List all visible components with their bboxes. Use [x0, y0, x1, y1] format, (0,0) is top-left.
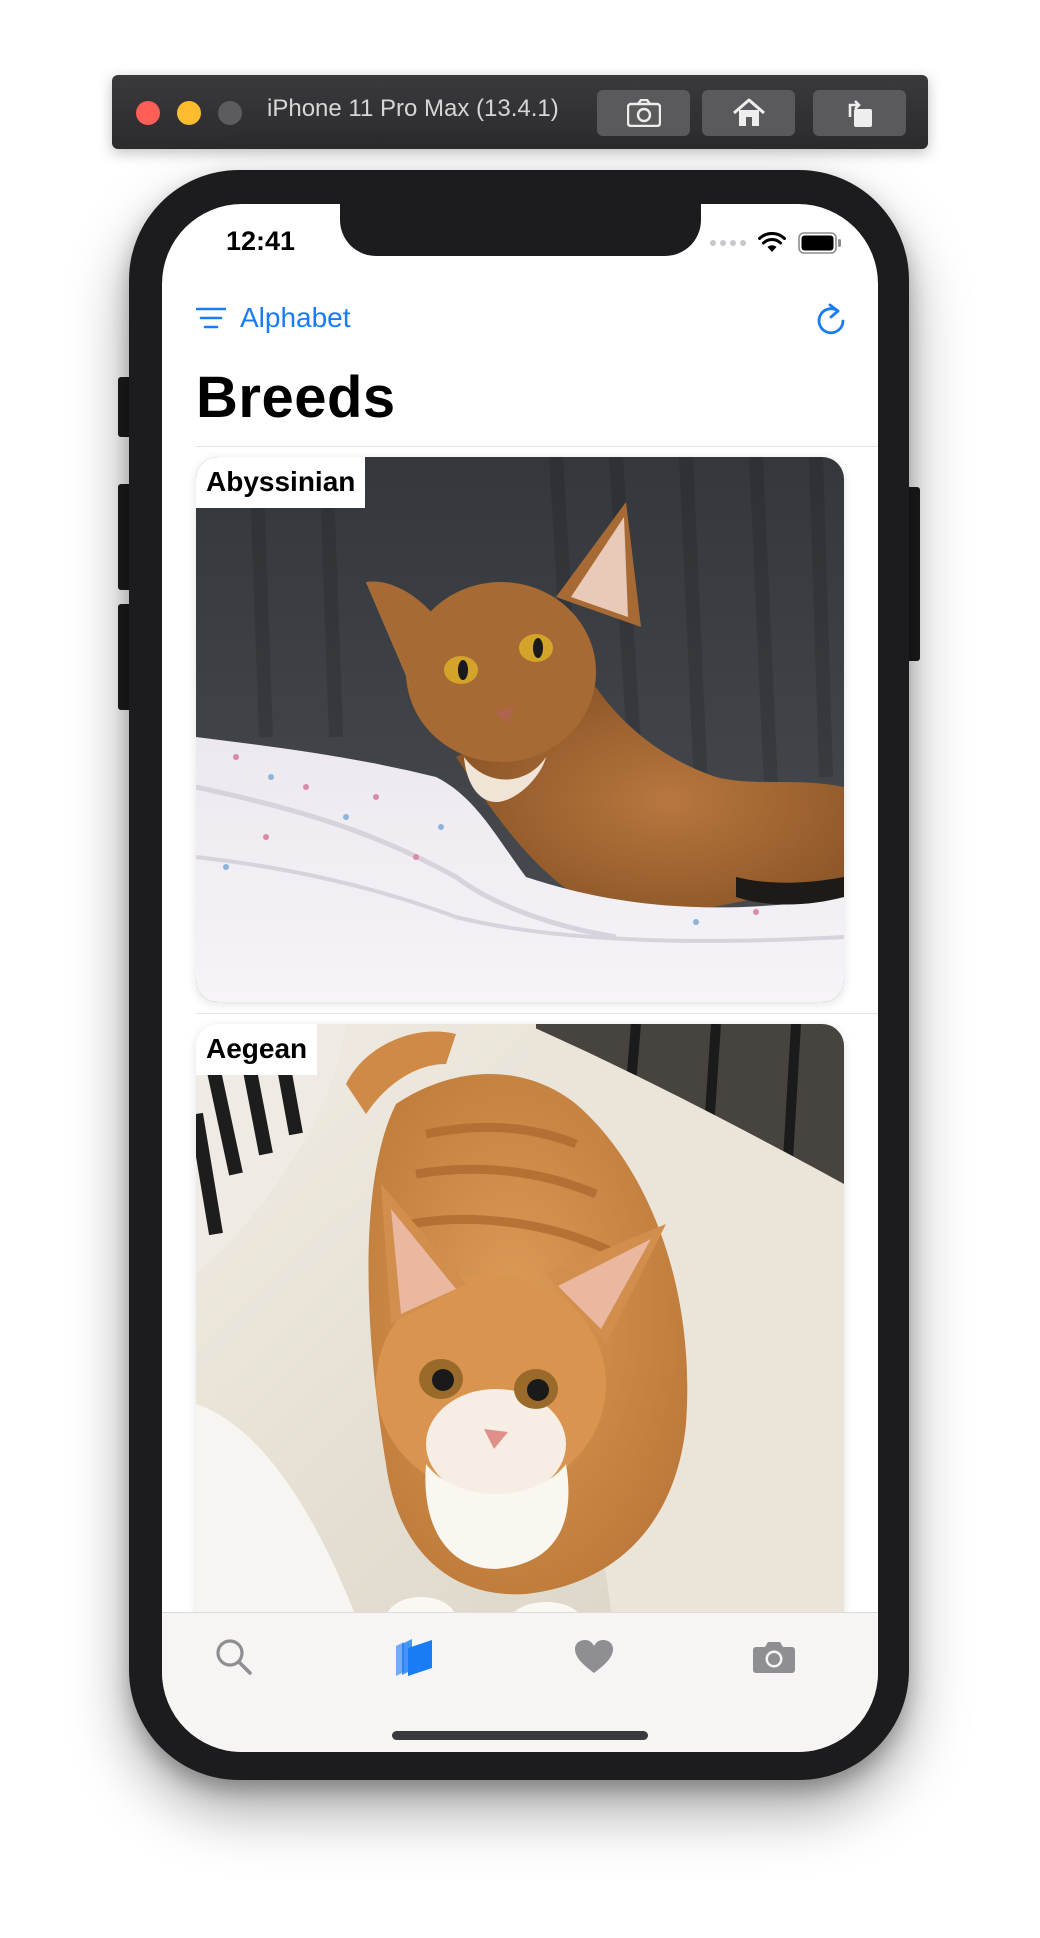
card-divider — [196, 1013, 878, 1014]
sort-icon — [196, 307, 226, 329]
simulator-title: iPhone 11 Pro Max (13.4.1) — [267, 95, 559, 122]
close-window-button[interactable] — [136, 101, 160, 125]
home-indicator[interactable] — [392, 1731, 648, 1740]
breed-name: Abyssinian — [196, 457, 366, 508]
page-title: Breeds — [196, 365, 396, 430]
phone-screen: 12:41 Alphabet Breeds Abyssinian Aegean — [162, 204, 878, 1752]
home-icon — [732, 98, 765, 126]
cellular-signal-icon — [710, 240, 746, 246]
refresh-icon — [817, 303, 845, 335]
tab-camera[interactable] — [744, 1627, 804, 1687]
home-button[interactable] — [702, 90, 795, 136]
status-time: 12:41 — [226, 226, 296, 256]
camera-icon — [753, 1642, 795, 1673]
tab-breeds[interactable] — [384, 1627, 444, 1687]
breeds-icon — [396, 1639, 432, 1676]
breed-name: Aegean — [196, 1024, 318, 1075]
tab-favorites[interactable] — [564, 1627, 624, 1687]
notch — [340, 204, 701, 256]
abyssinian-cat-photo — [196, 457, 844, 1002]
aegean-cat-photo — [196, 1024, 844, 1644]
minimize-window-button[interactable] — [177, 101, 201, 125]
rotate-button[interactable] — [813, 90, 906, 136]
wifi-icon — [758, 232, 786, 252]
zoom-window-button[interactable] — [218, 101, 242, 125]
rotate-icon — [848, 100, 872, 127]
simulator-toolbar: iPhone 11 Pro Max (13.4.1) — [112, 75, 928, 149]
status-icons — [710, 232, 842, 254]
screenshot-icon — [626, 99, 661, 127]
tab-search[interactable] — [204, 1627, 264, 1687]
sort-button[interactable]: Alphabet — [196, 302, 351, 334]
sort-label: Alphabet — [240, 302, 351, 333]
breed-card[interactable]: Aegean — [196, 1024, 844, 1644]
breed-card[interactable]: Abyssinian — [196, 457, 844, 1002]
battery-icon — [798, 232, 841, 254]
search-icon — [216, 1639, 252, 1675]
heart-icon — [575, 1640, 613, 1673]
screenshot-button[interactable] — [597, 90, 690, 136]
refresh-button[interactable] — [814, 302, 848, 343]
title-divider — [196, 446, 878, 447]
